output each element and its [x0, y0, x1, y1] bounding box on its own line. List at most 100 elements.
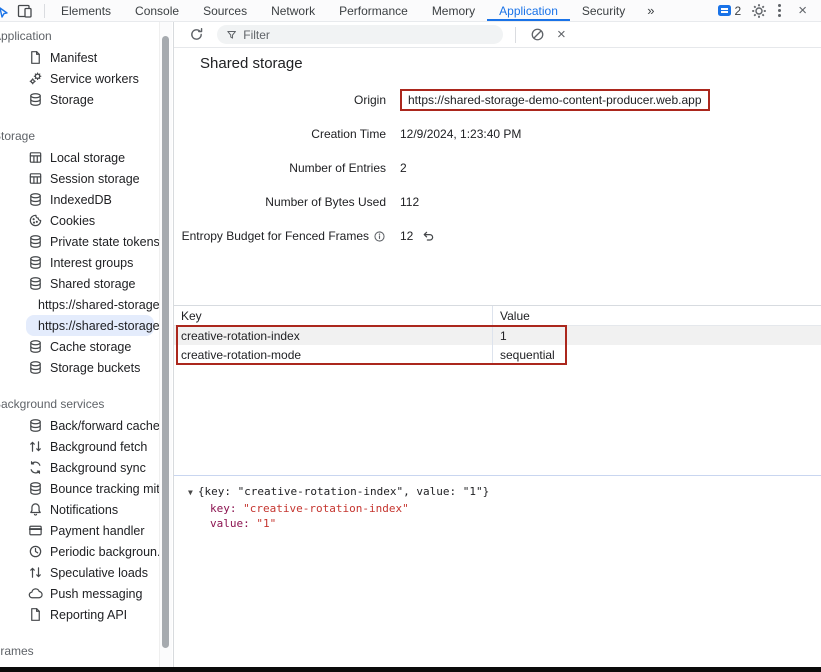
bytes-used-value: 112: [400, 195, 419, 209]
sidebar-item-service-workers[interactable]: Service workers: [0, 68, 156, 89]
property-name: value:: [210, 517, 250, 530]
sidebar-item-local-storage[interactable]: Local storage: [0, 147, 156, 168]
tab-memory[interactable]: Memory: [420, 0, 487, 21]
device-toolbar-icon[interactable]: [10, 0, 40, 21]
tab-sources[interactable]: Sources: [191, 0, 259, 21]
tab-elements[interactable]: Elements: [49, 0, 123, 21]
sidebar-item-label: Speculative loads: [50, 566, 148, 580]
sidebar-item-shared-storage[interactable]: Shared storage: [0, 273, 156, 294]
filter-input[interactable]: [243, 28, 494, 42]
close-panel-icon[interactable]: ×: [551, 26, 572, 43]
panel-toolbar: ×: [174, 22, 821, 48]
more-tabs-chevron[interactable]: »: [637, 0, 664, 21]
sidebar-item-shared-storage-origin-2[interactable]: https://shared-storage...: [26, 315, 154, 336]
document-icon: [28, 607, 43, 622]
info-icon[interactable]: [373, 230, 386, 243]
tab-security[interactable]: Security: [570, 0, 637, 21]
sidebar-item-storage[interactable]: Storage: [0, 89, 156, 110]
sidebar-item-notifications[interactable]: Notifications: [0, 499, 156, 520]
sidebar-item-periodic-background-sync[interactable]: Periodic backgroun...: [0, 541, 156, 562]
console-messages-badge[interactable]: 2: [714, 4, 746, 18]
devtools-window: Elements Console Sources Network Perform…: [0, 0, 821, 672]
tab-console[interactable]: Console: [123, 0, 191, 21]
tab-performance[interactable]: Performance: [327, 0, 420, 21]
settings-gear-icon[interactable]: [751, 0, 767, 21]
sidebar-item-reporting-api[interactable]: Reporting API: [0, 604, 156, 625]
sidebar-item-label: Background fetch: [50, 440, 147, 454]
sidebar-item-push-messaging[interactable]: Push messaging: [0, 583, 156, 604]
filter-field: [217, 25, 503, 44]
refresh-icon[interactable]: [183, 27, 210, 42]
panel-tabs: Elements Console Sources Network Perform…: [49, 0, 664, 21]
sidebar-item-cookies[interactable]: Cookies: [0, 210, 156, 231]
sidebar-item-label: Storage buckets: [50, 361, 140, 375]
sidebar-item-background-fetch[interactable]: Background fetch: [0, 436, 156, 457]
sidebar-item-background-sync[interactable]: Background sync: [0, 457, 156, 478]
sidebar-item-cache-storage[interactable]: Cache storage: [0, 336, 156, 357]
preview-object-summary[interactable]: ▼ {key: "creative-rotation-index", value…: [188, 484, 821, 501]
sidebar-item-session-storage[interactable]: Session storage: [0, 168, 156, 189]
database-icon: [28, 276, 43, 291]
section-header-application: Application: [0, 22, 156, 47]
sidebar-item-indexeddb[interactable]: IndexedDB: [0, 189, 156, 210]
section-header-storage: Storage: [0, 122, 156, 147]
inspect-element-icon[interactable]: [0, 0, 10, 21]
database-icon: [28, 255, 43, 270]
entries-table: Key Value creative-rotation-index 1 crea…: [174, 305, 821, 475]
database-icon: [28, 481, 43, 496]
reset-undo-icon[interactable]: [421, 229, 435, 243]
meta-row-creation-time: Creation Time 12/9/2024, 1:23:40 PM: [174, 117, 821, 151]
table-row[interactable]: creative-rotation-index 1: [174, 326, 821, 345]
sidebar-item-label: Storage: [50, 93, 94, 107]
sidebar-item-storage-buckets[interactable]: Storage buckets: [0, 357, 156, 378]
sidebar-item-speculative-loads[interactable]: Speculative loads: [0, 562, 156, 583]
column-header-key[interactable]: Key: [174, 306, 493, 325]
origin-value: https://shared-storage-demo-content-prod…: [408, 93, 702, 107]
sidebar-item-back-forward-cache[interactable]: Back/forward cache: [0, 415, 156, 436]
menu-kebab-icon[interactable]: [773, 4, 786, 17]
close-devtools-icon[interactable]: ×: [792, 2, 813, 19]
tab-network[interactable]: Network: [259, 0, 327, 21]
sidebar-item-manifest[interactable]: Manifest: [0, 47, 156, 68]
tab-application[interactable]: Application: [487, 0, 570, 21]
up-down-arrows-icon: [28, 565, 43, 580]
up-down-arrows-icon: [28, 439, 43, 454]
block-clear-icon[interactable]: [524, 27, 551, 42]
sidebar-item-bounce-tracking[interactable]: Bounce tracking miti...: [0, 478, 156, 499]
filter-funnel-icon: [226, 29, 237, 41]
sidebar-item-interest-groups[interactable]: Interest groups: [0, 252, 156, 273]
meta-row-entropy-budget: Entropy Budget for Fenced Frames 12: [174, 219, 821, 253]
sidebar-item-payment-handler[interactable]: Payment handler: [0, 520, 156, 541]
service-worker-icon: [28, 71, 43, 86]
table-header-row: Key Value: [174, 306, 821, 326]
object-summary-text: {key: "creative-rotation-index", value: …: [198, 484, 489, 500]
table-icon: [28, 150, 43, 165]
sidebar-item-label: Manifest: [50, 51, 97, 65]
origin-annotation-box: https://shared-storage-demo-content-prod…: [400, 89, 710, 111]
sidebar-item-label: Back/forward cache: [50, 419, 160, 433]
sidebar-tree: Application Manifest Service workers Sto…: [0, 22, 156, 672]
payment-card-icon: [28, 523, 43, 538]
window-bottom-edge: [0, 667, 821, 672]
property-name: key:: [210, 502, 237, 515]
table-row[interactable]: creative-rotation-mode sequential: [174, 345, 821, 364]
meta-label: Number of Bytes Used: [174, 195, 386, 209]
sidebar-item-label: Session storage: [50, 172, 140, 186]
database-icon: [28, 192, 43, 207]
sidebar-item-label: Local storage: [50, 151, 125, 165]
sidebar-item-label: Periodic backgroun...: [50, 545, 167, 559]
sidebar-item-shared-storage-origin-1[interactable]: https://shared-storage...: [26, 294, 154, 315]
sidebar-item-label: Private state tokens: [50, 235, 160, 249]
bell-icon: [28, 502, 43, 517]
sidebar-item-private-state-tokens[interactable]: Private state tokens: [0, 231, 156, 252]
message-count: 2: [735, 4, 742, 18]
meta-label: Number of Entries: [174, 161, 386, 175]
sidebar-item-label: Cookies: [50, 214, 95, 228]
sidebar-item-label: https://shared-storage...: [38, 298, 170, 312]
cell-key: creative-rotation-index: [174, 326, 493, 345]
property-value: "1": [256, 517, 276, 530]
sidebar-item-label: Service workers: [50, 72, 139, 86]
column-header-value[interactable]: Value: [493, 306, 821, 325]
sidebar-scrollbar-thumb[interactable]: [162, 36, 169, 648]
meta-label: Origin: [174, 93, 386, 107]
